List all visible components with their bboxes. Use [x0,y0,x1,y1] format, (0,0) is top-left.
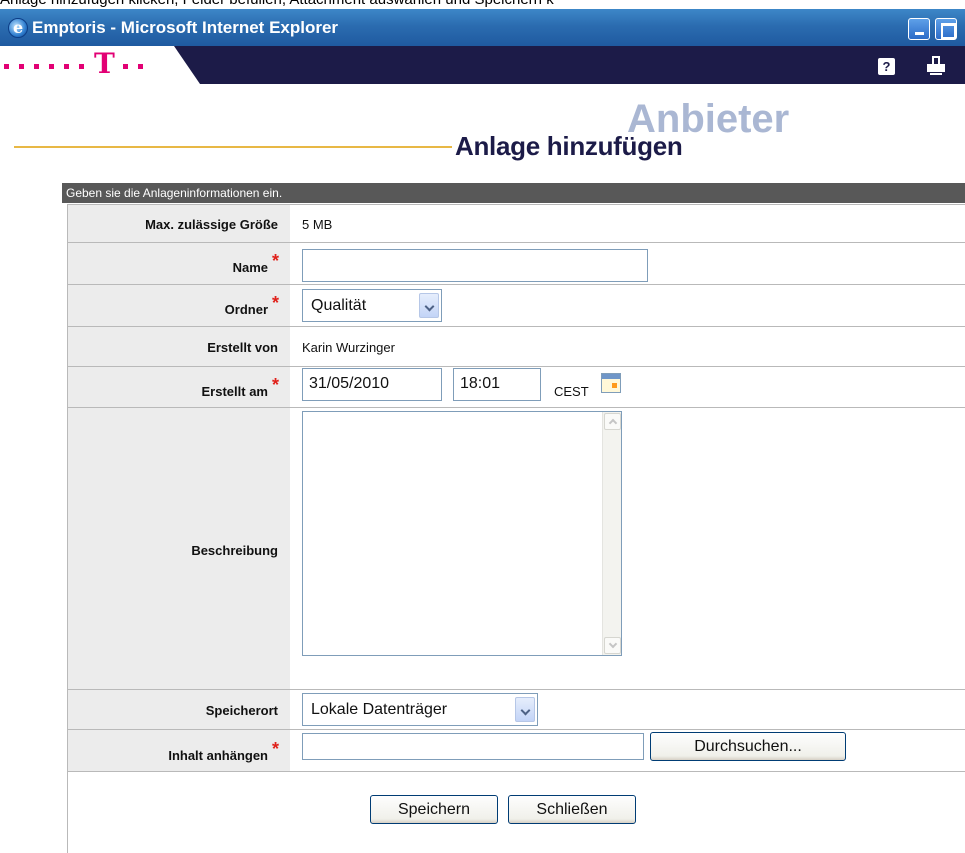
ie-icon: e [8,18,28,38]
row-storage: Speicherort Lokale Datenträger [68,690,965,730]
storage-value: Lokale Datenträger [311,701,448,718]
row-name: Name * [68,243,965,285]
description-label: Beschreibung [191,543,278,558]
folder-select[interactable]: Qualität [302,289,442,322]
required-marker: * [271,739,279,759]
folder-value: Qualität [311,297,367,314]
row-created-at: Erstellt am * 31/05/2010 18:01 CEST [68,367,965,408]
window-title: Emptoris - Microsoft Internet Explorer [32,18,339,37]
scroll-down-icon[interactable] [604,637,621,654]
attachment-form: Max. zulässige Größe 5 MB Name * Ordner … [67,204,965,853]
print-icon[interactable] [926,56,946,76]
heading-rule [14,146,452,148]
folder-label: Ordner [224,302,268,317]
storage-select[interactable]: Lokale Datenträger [302,693,538,726]
info-text: Geben sie die Anlageninformationen ein. [66,186,283,200]
required-marker: * [271,251,279,271]
created-by-value: Karin Wurzinger [302,340,395,355]
row-description: Beschreibung [68,408,965,690]
max-size-label: Max. zulässige Größe [145,217,278,232]
name-label: Name [232,260,268,275]
attach-label: Inhalt anhängen [168,748,268,763]
row-attach: Inhalt anhängen * Durchsuchen... [68,730,965,772]
created-by-label: Erstellt von [207,340,278,355]
description-textarea[interactable] [302,411,622,656]
page-title: Anlage hinzufügen [455,131,683,161]
scroll-up-icon[interactable] [604,413,621,430]
action-area: Speichern Schließen [68,772,965,853]
scrollbar[interactable] [602,412,621,655]
required-marker: * [271,293,279,313]
browse-button[interactable]: Durchsuchen... [650,732,846,761]
help-icon[interactable]: ? [878,58,895,75]
close-button[interactable]: Schließen [508,795,636,824]
max-size-value: 5 MB [302,217,333,232]
required-marker: * [271,375,279,395]
chevron-down-icon[interactable] [419,293,439,318]
time-input[interactable]: 18:01 [453,368,541,401]
created-at-label: Erstellt am [201,384,268,399]
brand-band [174,46,965,84]
info-bar: Geben sie die Anlageninformationen ein. [62,183,965,203]
instruction-caption: Anlage hinzufügen klicken, Felder befüll… [0,0,965,8]
attach-file-input[interactable] [302,733,644,760]
brand-bar: T ? [0,46,965,84]
row-max-size: Max. zulässige Größe 5 MB [68,205,965,243]
row-folder: Ordner * Qualität [68,285,965,327]
timezone-label: CEST [554,384,589,399]
window-titlebar: e Emptoris - Microsoft Internet Explorer [0,9,965,46]
telekom-logo: T [4,50,153,78]
name-input[interactable] [302,249,648,282]
row-created-by: Erstellt von Karin Wurzinger [68,327,965,367]
minimize-button[interactable] [908,18,930,40]
calendar-icon[interactable] [601,373,621,393]
date-input[interactable]: 31/05/2010 [302,368,442,401]
maximize-button[interactable] [935,18,957,40]
chevron-down-icon[interactable] [515,697,535,722]
save-button[interactable]: Speichern [370,795,498,824]
storage-label: Speicherort [205,703,278,718]
